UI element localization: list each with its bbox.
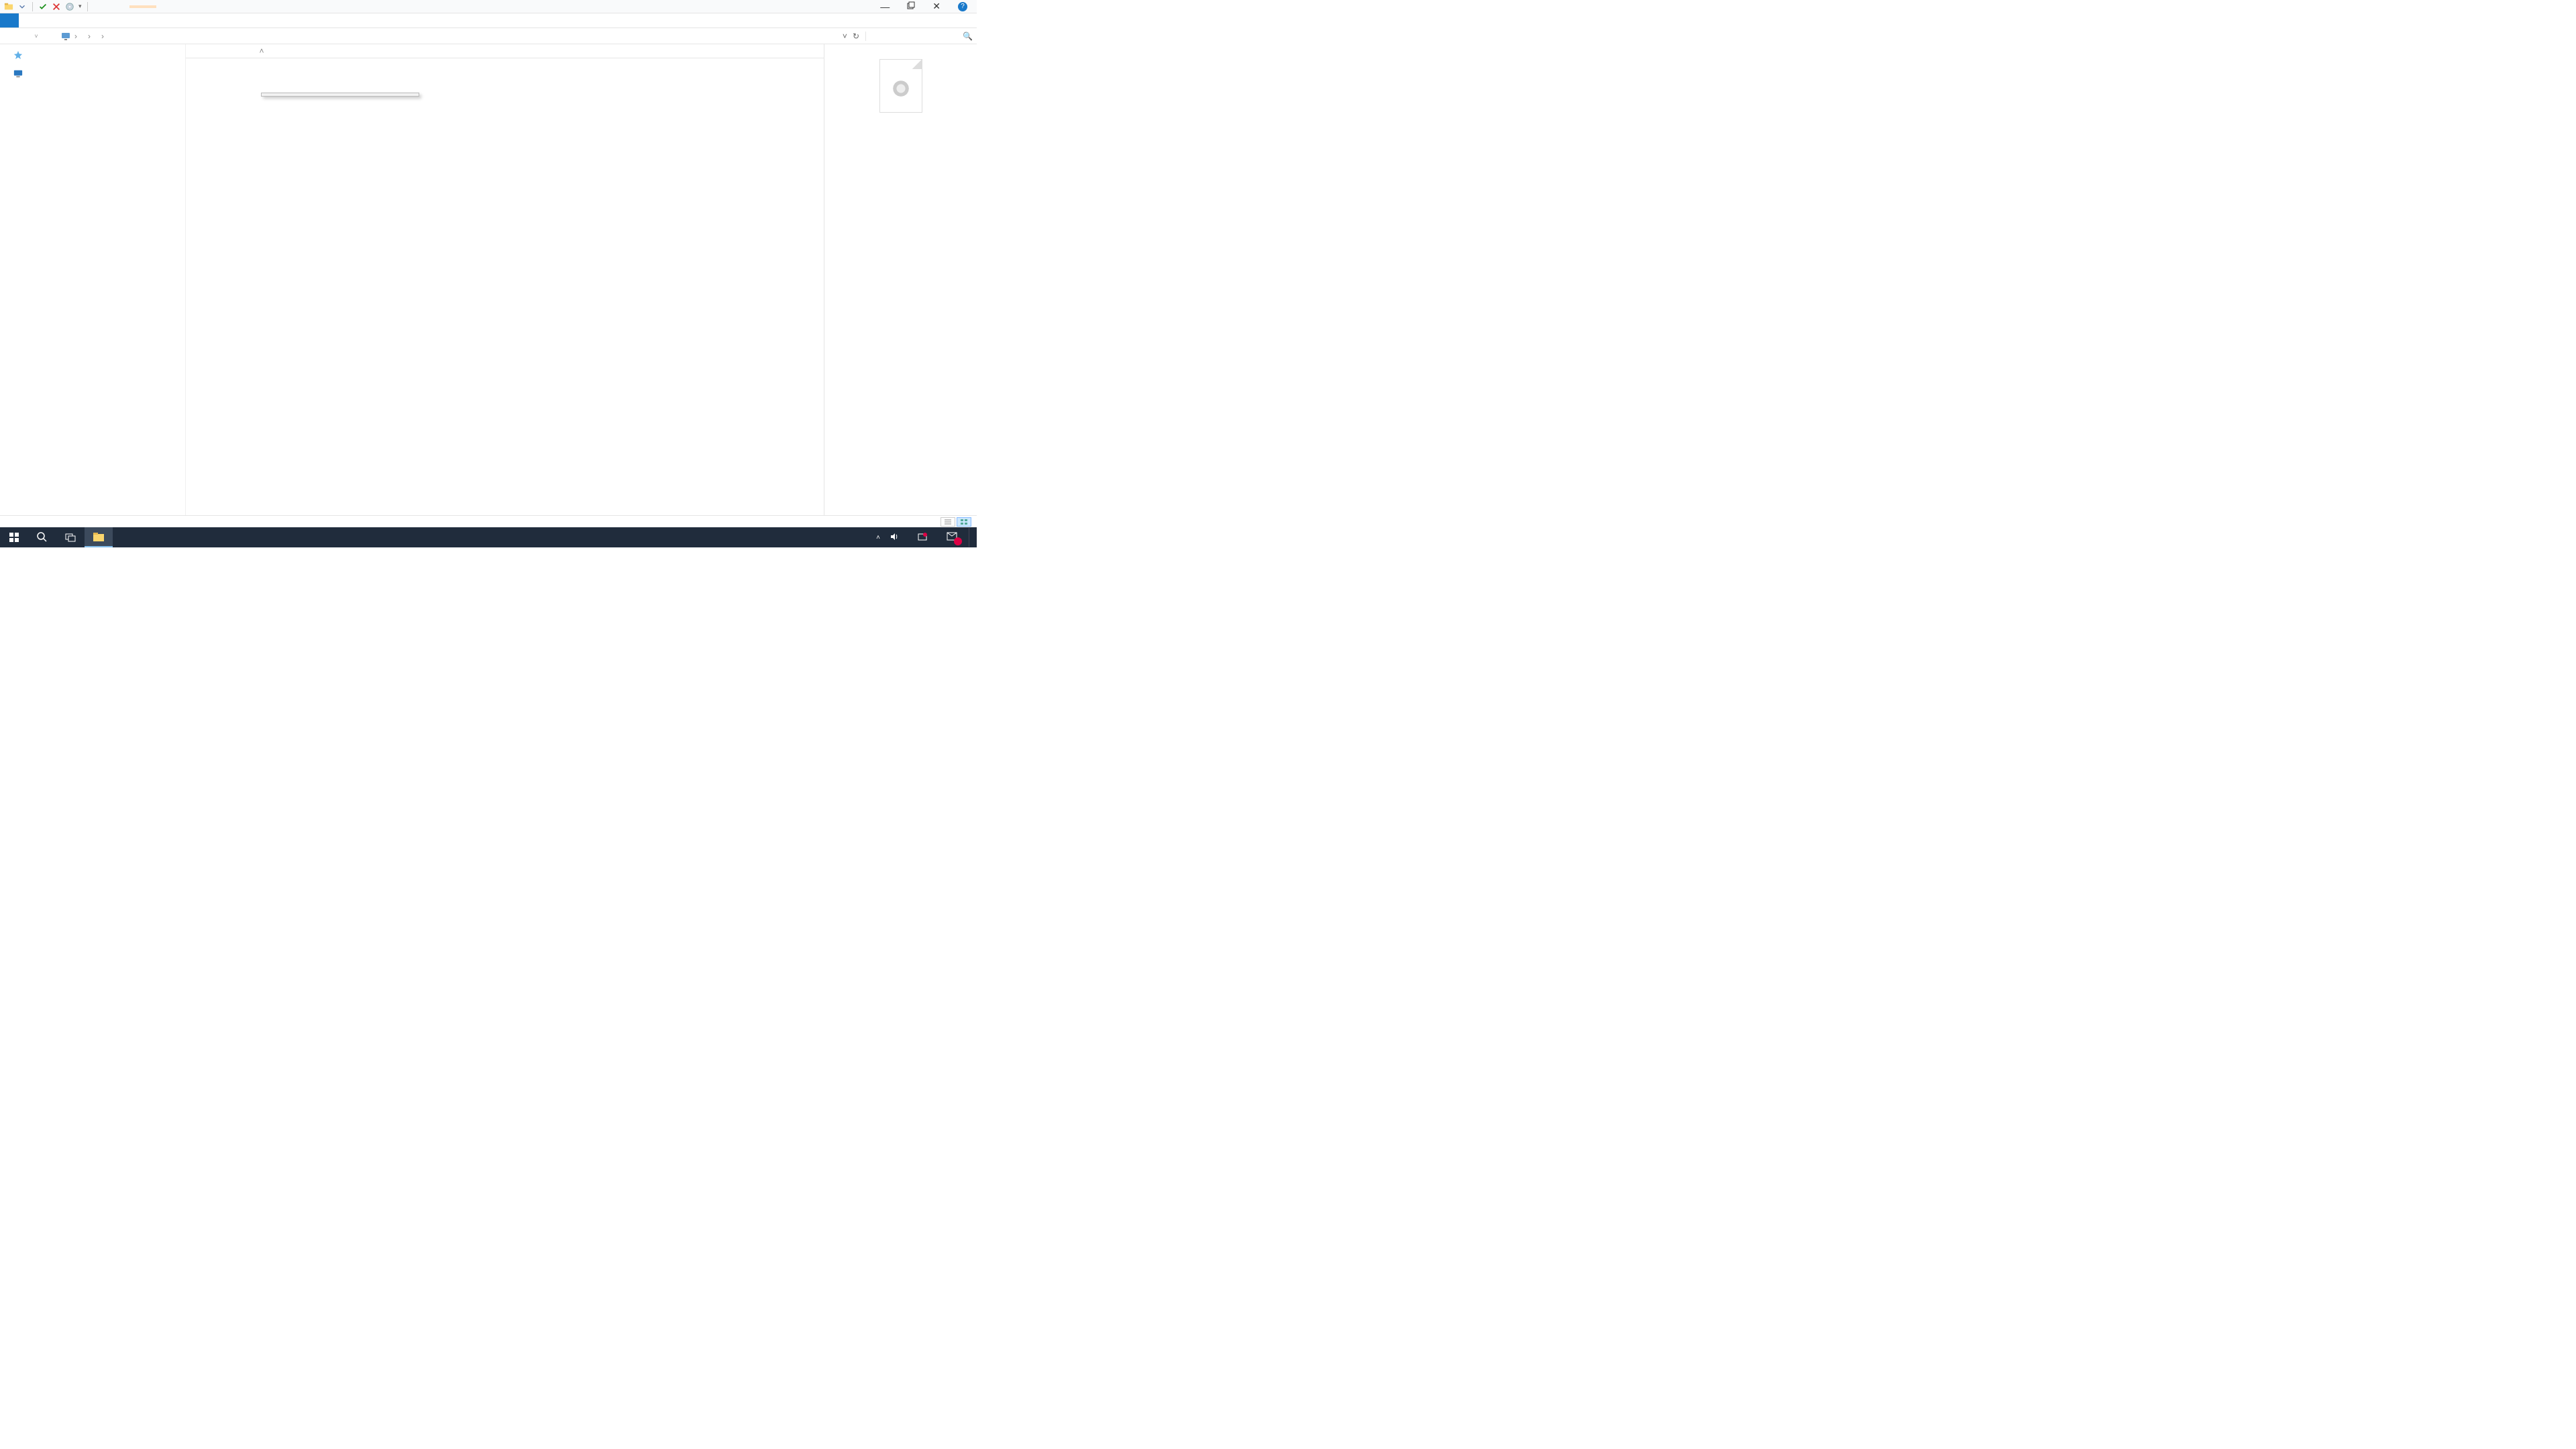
- minimize-button[interactable]: —: [880, 1, 890, 12]
- tray-app-icon[interactable]: [918, 532, 927, 543]
- disc-small-icon[interactable]: [65, 2, 74, 11]
- address-dropdown-icon[interactable]: ˅: [843, 32, 847, 41]
- titlebar: ▾ — ✕ ?: [0, 0, 977, 13]
- maximize-button[interactable]: [907, 1, 915, 11]
- details-thumbnail: [879, 59, 922, 113]
- start-button[interactable]: [0, 527, 28, 547]
- search-input[interactable]: 🔍: [865, 32, 973, 41]
- qat-dropdown-icon[interactable]: ▾: [78, 3, 82, 10]
- address-bar: ˅ ˅ ↻ 🔍: [0, 28, 977, 44]
- nav-sidebar[interactable]: [0, 44, 186, 515]
- ribbon-tab-context[interactable]: [75, 13, 94, 28]
- close-red-icon[interactable]: [52, 2, 61, 11]
- quick-access-toolbar: ▾: [0, 2, 89, 11]
- sort-asc-icon: ˄: [259, 46, 264, 56]
- ribbon-tab-home[interactable]: [19, 13, 38, 28]
- ribbon-tab-file[interactable]: [0, 13, 19, 28]
- tray-volume-icon[interactable]: [890, 532, 899, 543]
- explorer-icon: [4, 2, 13, 11]
- context-menu[interactable]: [261, 93, 419, 97]
- details-pane: [824, 44, 977, 515]
- tray-expand-icon[interactable]: ˄: [876, 534, 880, 541]
- ribbon-tab-view[interactable]: [56, 13, 75, 28]
- ribbon: [0, 13, 977, 28]
- search-button[interactable]: [28, 527, 56, 547]
- notification-badge: [954, 537, 962, 545]
- separator: [87, 2, 88, 11]
- sidebar-desktop[interactable]: [0, 67, 185, 80]
- pc-icon: [61, 32, 70, 41]
- taskbar-explorer[interactable]: [85, 527, 113, 547]
- sidebar-quick-access[interactable]: [0, 48, 185, 62]
- status-bar: [0, 515, 977, 527]
- close-button[interactable]: ✕: [932, 1, 941, 12]
- col-date[interactable]: [334, 44, 417, 58]
- col-type[interactable]: [417, 44, 486, 58]
- col-size[interactable]: [486, 44, 546, 58]
- search-icon: 🔍: [963, 32, 973, 41]
- nav-recent-icon[interactable]: ˅: [31, 33, 42, 40]
- taskview-button[interactable]: [56, 527, 85, 547]
- column-headers: ˄: [186, 44, 824, 58]
- notification-button[interactable]: [946, 531, 959, 544]
- context-tab[interactable]: [129, 5, 156, 8]
- file-list-area: ˄: [186, 44, 824, 515]
- refresh-icon[interactable]: ↻: [853, 32, 859, 41]
- check-icon[interactable]: [38, 2, 48, 11]
- view-large-button[interactable]: [957, 517, 971, 527]
- taskbar: ˄: [0, 527, 977, 547]
- down-icon[interactable]: [17, 2, 27, 11]
- help-icon[interactable]: ?: [958, 2, 967, 11]
- ribbon-tab-share[interactable]: [38, 13, 56, 28]
- breadcrumb[interactable]: ˅ ↻: [58, 31, 863, 42]
- separator: [32, 2, 33, 11]
- show-desktop-button[interactable]: [969, 528, 973, 547]
- view-details-button[interactable]: [941, 517, 955, 527]
- col-name[interactable]: ˄: [186, 44, 334, 58]
